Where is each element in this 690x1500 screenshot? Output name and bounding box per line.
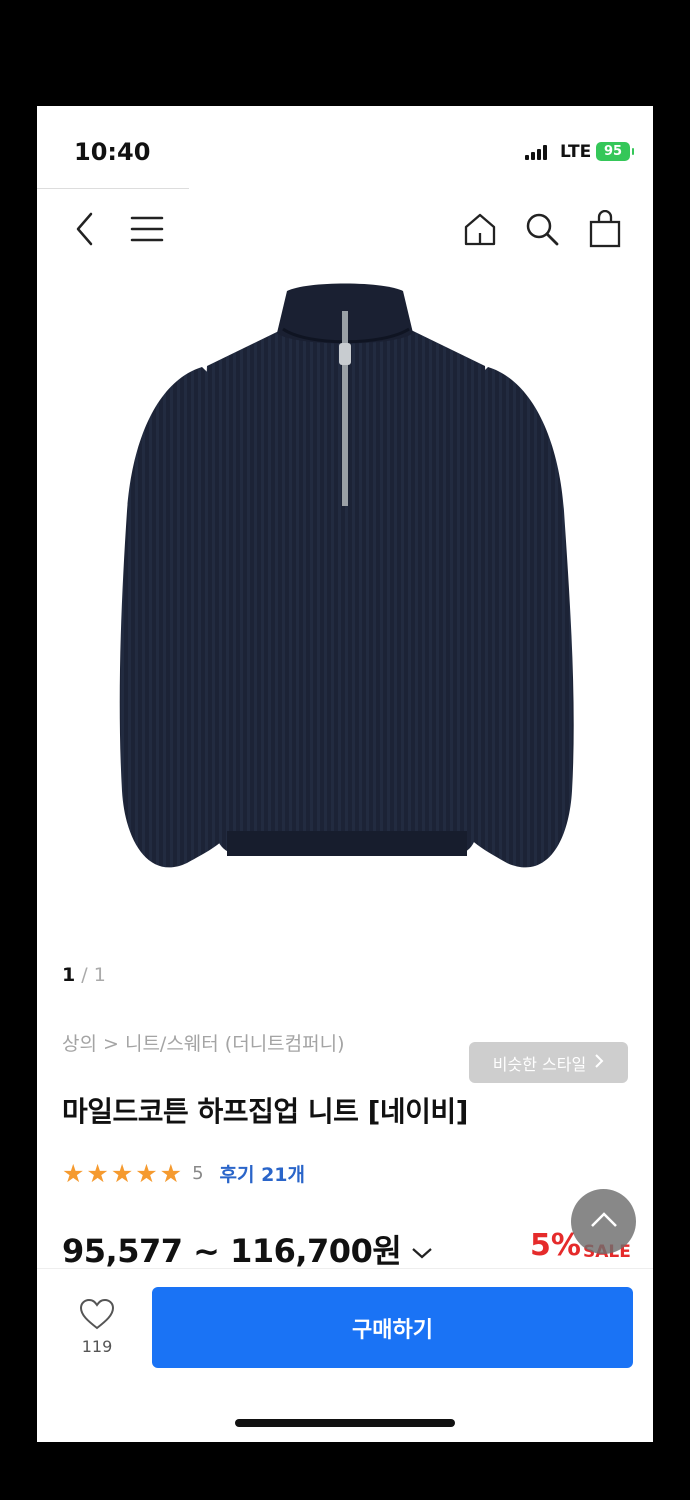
rating-row: ★★★★★ 5 후기 21개 bbox=[62, 1158, 305, 1188]
status-time: 10:40 bbox=[74, 138, 151, 166]
home-indicator bbox=[235, 1419, 455, 1427]
reviews-link[interactable]: 후기 21개 bbox=[220, 1160, 306, 1187]
rating-score: 5 bbox=[192, 1162, 204, 1184]
menu-icon[interactable] bbox=[127, 209, 167, 249]
star-rating-icon: ★★★★★ bbox=[62, 1158, 185, 1188]
chevron-up-icon bbox=[589, 1211, 619, 1233]
status-bar: 10:40 LTE 95 bbox=[37, 106, 653, 188]
heart-icon bbox=[78, 1298, 116, 1335]
signal-icon bbox=[525, 144, 549, 160]
similar-style-label: 비슷한 스타일 bbox=[492, 1054, 587, 1074]
network-label: LTE bbox=[560, 142, 592, 162]
product-title: 마일드코튼 하프집업 니트 [네이비] bbox=[62, 1095, 468, 1128]
like-button[interactable]: 119 bbox=[77, 1297, 117, 1356]
page-current: 1 bbox=[62, 964, 76, 986]
page-total: 1 bbox=[93, 964, 106, 986]
search-icon[interactable] bbox=[522, 209, 562, 249]
image-page-indicator: 1 / 1 bbox=[62, 964, 106, 986]
top-nav bbox=[37, 189, 653, 269]
buy-button[interactable]: 구매하기 bbox=[152, 1287, 633, 1368]
price-row[interactable]: 95,577 ~ 116,700원 bbox=[62, 1226, 433, 1272]
battery-icon: 95 bbox=[596, 142, 634, 161]
price-range: 95,577 ~ 116,700원 bbox=[62, 1232, 402, 1270]
back-icon[interactable] bbox=[65, 209, 105, 249]
bottom-action-bar: 119 구매하기 bbox=[37, 1268, 653, 1442]
chevron-down-icon[interactable] bbox=[411, 1230, 433, 1268]
chevron-right-icon bbox=[594, 1053, 604, 1073]
phone-screen: 10:40 LTE 95 비슷한 스타일 1 / 1 상의 > 니트/스웨터 (… bbox=[37, 106, 653, 1442]
breadcrumb[interactable]: 상의 > 니트/스웨터 (더니트컴퍼니) bbox=[62, 1029, 345, 1056]
home-icon[interactable] bbox=[460, 209, 500, 249]
shopping-bag-icon[interactable] bbox=[585, 209, 625, 249]
scroll-to-top-button[interactable] bbox=[571, 1189, 636, 1254]
like-count: 119 bbox=[81, 1337, 113, 1356]
similar-style-button[interactable]: 비슷한 스타일 bbox=[469, 1042, 628, 1083]
product-image[interactable]: 비슷한 스타일 bbox=[37, 271, 653, 1083]
